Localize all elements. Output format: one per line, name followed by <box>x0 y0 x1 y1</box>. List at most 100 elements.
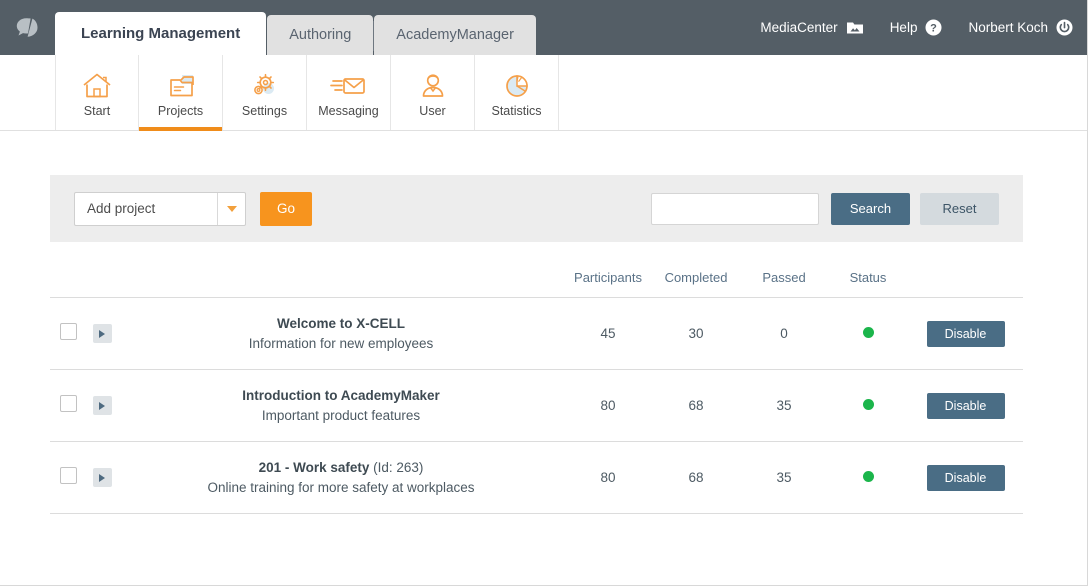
nav-item-messaging[interactable]: Messaging <box>307 55 391 130</box>
add-project-select[interactable]: Add project <box>74 192 246 226</box>
row-name-cell: Welcome to X-CELL Information for new em… <box>118 298 564 370</box>
expand-row-icon[interactable] <box>93 396 112 415</box>
row-name-cell: Introduction to AcademyMaker Important p… <box>118 370 564 442</box>
nav-item-user[interactable]: User <box>391 55 475 130</box>
row-select-cell <box>50 370 86 442</box>
tab-learning-management[interactable]: Learning Management <box>55 12 266 55</box>
col-select <box>50 264 86 298</box>
status-badge <box>863 471 874 482</box>
nav-item-label: Messaging <box>318 104 378 118</box>
project-title: 201 - Work safety (Id: 263) <box>118 458 564 478</box>
top-header-bar: Learning Management Authoring AcademyMan… <box>0 0 1087 55</box>
nav-item-projects[interactable]: Projects <box>139 55 223 130</box>
table-row: Introduction to AcademyMaker Important p… <box>50 370 1023 442</box>
add-project-select-value: Add project <box>75 193 217 225</box>
tab-authoring[interactable]: Authoring <box>267 15 373 55</box>
disable-button[interactable]: Disable <box>927 393 1005 419</box>
row-completed: 68 <box>652 370 740 442</box>
row-action-cell: Disable <box>908 298 1023 370</box>
projects-panel: Add project Go Search Reset <box>50 175 1023 514</box>
row-status-cell <box>828 442 908 514</box>
tab-label: AcademyManager <box>396 27 514 43</box>
go-button[interactable]: Go <box>260 192 312 226</box>
help-link[interactable]: Help ? <box>890 19 943 36</box>
project-title: Introduction to AcademyMaker <box>118 386 564 406</box>
col-expand <box>86 264 118 298</box>
project-title-text: 201 - Work safety <box>259 460 370 475</box>
row-expand-cell <box>86 298 118 370</box>
header-utility-menu: MediaCenter Help ? Norb <box>760 0 1087 55</box>
row-completed: 68 <box>652 442 740 514</box>
nav-item-settings[interactable]: Settings <box>223 55 307 130</box>
help-question-icon: ? <box>925 19 942 36</box>
nav-item-start[interactable]: Start <box>55 55 139 130</box>
row-status-cell <box>828 298 908 370</box>
status-badge <box>863 327 874 338</box>
disable-button[interactable]: Disable <box>927 321 1005 347</box>
status-badge <box>863 399 874 410</box>
row-completed: 30 <box>652 298 740 370</box>
row-status-cell <box>828 370 908 442</box>
app-window: Learning Management Authoring AcademyMan… <box>0 0 1088 586</box>
help-label: Help <box>890 20 918 35</box>
project-subtitle: Important product features <box>118 406 564 426</box>
expand-row-icon[interactable] <box>93 468 112 487</box>
project-title-text: Welcome to X-CELL <box>277 316 405 331</box>
nav-item-label: Start <box>84 104 110 118</box>
row-action-cell: Disable <box>908 442 1023 514</box>
nav-item-label: Projects <box>158 104 203 118</box>
projects-folder-icon <box>164 67 198 101</box>
tab-label: Learning Management <box>81 25 240 42</box>
col-passed: Passed <box>740 264 828 298</box>
brand-logo-icon[interactable] <box>0 0 55 55</box>
project-id-text: (Id: 263) <box>369 460 423 475</box>
nav-item-label: Settings <box>242 104 287 118</box>
search-controls: Search Reset <box>651 193 999 225</box>
row-participants: 80 <box>564 442 652 514</box>
project-title-text: Introduction to AcademyMaker <box>242 388 440 403</box>
envelope-icon <box>330 67 368 101</box>
home-icon <box>81 67 113 101</box>
row-name-cell: 201 - Work safety (Id: 263) Online train… <box>118 442 564 514</box>
pie-chart-icon <box>502 67 532 101</box>
row-action-cell: Disable <box>908 370 1023 442</box>
project-title: Welcome to X-CELL <box>118 314 564 334</box>
row-checkbox[interactable] <box>60 467 77 484</box>
user-icon <box>418 67 448 101</box>
nav-item-label: Statistics <box>491 104 541 118</box>
expand-row-icon[interactable] <box>93 324 112 343</box>
row-participants: 80 <box>564 370 652 442</box>
primary-nav: Start Projects <box>0 55 1087 131</box>
content-area: Add project Go Search Reset <box>0 175 1087 586</box>
row-checkbox[interactable] <box>60 395 77 412</box>
chevron-down-icon[interactable] <box>217 193 245 225</box>
nav-item-statistics[interactable]: Statistics <box>475 55 559 130</box>
table-row: Welcome to X-CELL Information for new em… <box>50 298 1023 370</box>
row-expand-cell <box>86 370 118 442</box>
col-status: Status <box>828 264 908 298</box>
reset-button[interactable]: Reset <box>920 193 999 225</box>
table-header-row: Participants Completed Passed Status <box>50 264 1023 298</box>
row-passed: 35 <box>740 442 828 514</box>
disable-button[interactable]: Disable <box>927 465 1005 491</box>
main-tabs: Learning Management Authoring AcademyMan… <box>55 0 537 55</box>
tab-academymanager[interactable]: AcademyManager <box>374 15 536 55</box>
power-logout-icon <box>1056 19 1073 36</box>
svg-text:?: ? <box>931 23 938 35</box>
mediacenter-link[interactable]: MediaCenter <box>760 20 863 35</box>
row-participants: 45 <box>564 298 652 370</box>
row-passed: 0 <box>740 298 828 370</box>
project-subtitle: Information for new employees <box>118 334 564 354</box>
row-select-cell <box>50 298 86 370</box>
row-select-cell <box>50 442 86 514</box>
search-input[interactable] <box>651 193 819 225</box>
projects-toolbar: Add project Go Search Reset <box>50 175 1023 242</box>
table-row: 201 - Work safety (Id: 263) Online train… <box>50 442 1023 514</box>
row-expand-cell <box>86 442 118 514</box>
mediacenter-label: MediaCenter <box>760 20 837 35</box>
search-button[interactable]: Search <box>831 193 910 225</box>
projects-table: Participants Completed Passed Status <box>50 264 1023 514</box>
col-participants: Participants <box>564 264 652 298</box>
row-checkbox[interactable] <box>60 323 77 340</box>
user-account-logout[interactable]: Norbert Koch <box>968 19 1073 36</box>
